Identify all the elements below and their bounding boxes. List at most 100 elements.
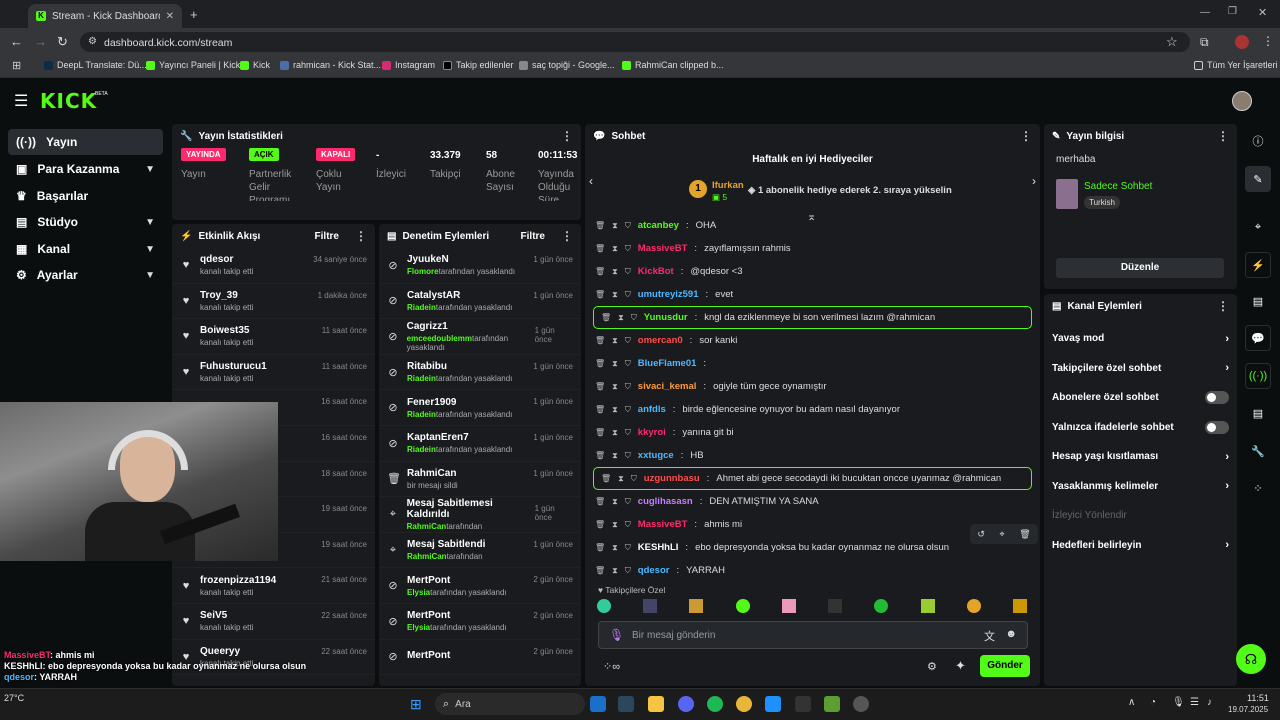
channel-action-item[interactable]: Yasaklanmış kelimeler ›: [1044, 472, 1237, 502]
hamburger-menu-icon[interactable]: ☰: [14, 91, 28, 111]
moderator-name[interactable]: Riadein: [407, 410, 436, 419]
chat-message[interactable]: 🗑 ⧗ ⛉ cuglihasasn: DEN ATMIŞTIM YA SANA: [585, 490, 1040, 513]
delete-message-icon[interactable]: 🗑: [595, 267, 605, 276]
delete-message-icon[interactable]: 🗑: [595, 520, 605, 529]
apps-rail-icon[interactable]: ⁘: [1245, 475, 1271, 501]
document-rail-icon[interactable]: ▤: [1245, 288, 1271, 314]
moderation-item[interactable]: ⊘ Fener1909 Riadeintarafından yasaklandı 1 …: [379, 390, 581, 426]
activity-filter-button[interactable]: Filtre: [315, 231, 339, 242]
emote-icon[interactable]: [920, 599, 935, 613]
delete-icon[interactable]: 🗑: [1019, 529, 1030, 540]
chrome-icon[interactable]: [736, 696, 752, 712]
delete-message-icon[interactable]: 🗑: [601, 313, 611, 322]
chat-message[interactable]: 🗑 ⧗ ⛉ anfdls: birde eğlencesine oynuyor bu a…: [585, 398, 1040, 421]
timeout-icon[interactable]: ⧗: [612, 405, 618, 415]
clock-time[interactable]: 11:51: [1247, 693, 1269, 703]
activity-username[interactable]: SeiV5: [200, 610, 253, 621]
emote-icon[interactable]: [689, 599, 704, 613]
emote-icon[interactable]: [781, 599, 796, 613]
app-icon[interactable]: [765, 696, 781, 712]
sidebar-item-yayin[interactable]: ((·)) Yayın: [8, 129, 163, 155]
delete-message-icon[interactable]: 🗑: [595, 359, 605, 368]
timeout-icon[interactable]: ⧗: [612, 290, 618, 300]
extensions-icon[interactable]: ⧉: [1200, 35, 1209, 50]
timeout-icon[interactable]: ⧗: [612, 428, 618, 438]
mic-tray-icon[interactable]: 🎙: [1172, 697, 1185, 708]
chat-username[interactable]: atcanbey: [638, 220, 679, 231]
timeout-icon[interactable]: ⧗: [612, 359, 618, 369]
browser-tab[interactable]: K Stream - Kick Dashboard ✕: [28, 4, 182, 28]
chat-username[interactable]: uzgunnbasu: [644, 473, 700, 484]
target-icon[interactable]: ⌖: [1245, 214, 1271, 240]
send-button[interactable]: Gönder: [980, 655, 1030, 677]
chat-message[interactable]: 🗑 ⧗ ⛉ qdesor: YARRAH: [585, 559, 1040, 578]
delete-message-icon[interactable]: 🗑: [595, 428, 605, 437]
edit-button[interactable]: Düzenle: [1056, 258, 1224, 278]
reply-icon[interactable]: ↺: [977, 529, 985, 540]
chevron-left-icon[interactable]: ‹: [589, 174, 593, 188]
timeout-icon[interactable]: ⧗: [612, 520, 618, 530]
chat-username[interactable]: MassiveBT: [638, 243, 688, 254]
timeout-icon[interactable]: ⧗: [612, 566, 618, 576]
emote-icon[interactable]: [828, 599, 843, 613]
activity-username[interactable]: qdesor: [200, 254, 253, 265]
capcut-icon[interactable]: [795, 696, 811, 712]
chat-username[interactable]: sivaci_kemal: [638, 381, 697, 392]
activity-username[interactable]: frozenpizza1194: [200, 575, 276, 586]
gift-icon[interactable]: ✦: [955, 658, 966, 674]
category-name[interactable]: Sadece Sohbet: [1084, 181, 1152, 192]
delete-message-icon[interactable]: 🗑: [595, 221, 605, 230]
close-window-icon[interactable]: ✕: [1258, 6, 1267, 19]
moderation-item[interactable]: ⌖ Mesaj Sabitlemesi Kaldırıldı RahmiCantar…: [379, 497, 581, 533]
moderation-target[interactable]: CatalystAR: [407, 290, 512, 301]
steam-icon[interactable]: [618, 696, 634, 712]
moderation-target[interactable]: Cagrizz1: [407, 321, 527, 332]
chat-username[interactable]: KESHhLI: [638, 542, 679, 553]
chat-username[interactable]: kkyroi: [638, 427, 666, 438]
activity-username[interactable]: Troy_39: [200, 290, 253, 301]
back-icon[interactable]: ←: [10, 34, 23, 49]
timeout-icon[interactable]: ⧗: [618, 474, 624, 484]
profile-avatar[interactable]: [1235, 35, 1249, 49]
gifter-name[interactable]: Ifurkan: [712, 180, 744, 191]
moderation-target[interactable]: Ritabibu: [407, 361, 512, 372]
chat-message[interactable]: 🗑 ⧗ ⛉ omercan0: sor kanki: [585, 329, 1040, 352]
activity-item[interactable]: ♥ qdesor kanalı takip etti 34 saniye önce: [172, 248, 375, 284]
activity-item[interactable]: ♥ frozenpizza1194 kanalı takip etti 21 saat…: [172, 568, 375, 604]
chat-username[interactable]: qdesor: [638, 565, 670, 576]
channel-action-item[interactable]: Hedefleri belirleyin ›: [1044, 531, 1237, 561]
sidebar-item-para-kazanma[interactable]: ▣ Para Kazanma ▼: [8, 156, 163, 182]
channel-action-item[interactable]: Abonelere özel sohbet: [1044, 383, 1237, 413]
layout-rail-icon[interactable]: ▤: [1245, 400, 1271, 426]
moderation-item[interactable]: ⊘ MertPont Elysiatarafından yasaklandı 2 gü…: [379, 568, 581, 604]
moderation-item[interactable]: ⊘ Cagrizz1 emceedoublemmtarafından yasakla…: [379, 319, 581, 355]
discord-icon[interactable]: [678, 696, 694, 712]
address-bar[interactable]: [80, 32, 1190, 52]
emoji-icon[interactable]: ☻: [1005, 628, 1017, 640]
moderation-target[interactable]: KaptanEren7: [407, 432, 512, 443]
moderation-item[interactable]: ⊘ Ritabibu Riadeintarafından yasaklandı 1 g…: [379, 355, 581, 391]
sidebar-item-studyo[interactable]: ▤ Stüdyo ▼: [8, 209, 163, 235]
delete-message-icon[interactable]: 🗑: [595, 451, 605, 460]
user-avatar[interactable]: [1232, 91, 1252, 111]
activity-username[interactable]: Fuhusturucu1: [200, 361, 267, 372]
bookmark-item[interactable]: Kick: [240, 60, 270, 70]
toggle-switch[interactable]: [1205, 391, 1229, 405]
delete-message-icon[interactable]: 🗑: [595, 290, 605, 299]
minecraft-icon[interactable]: [824, 696, 840, 712]
spotify-icon[interactable]: [707, 696, 723, 712]
chat-rail-icon[interactable]: 💬: [1245, 325, 1271, 351]
chat-message[interactable]: 🗑 ⧗ ⛉ kkyroi: yanına git bi: [585, 421, 1040, 444]
moderator-name[interactable]: RahmiCan: [407, 522, 447, 531]
apps-grid-icon[interactable]: ⊞: [12, 59, 21, 72]
tray-chevron-icon[interactable]: ∧: [1128, 697, 1135, 708]
moderation-filter-button[interactable]: Filtre: [521, 231, 545, 242]
moderator-name[interactable]: Elysia: [407, 588, 430, 597]
chat-username[interactable]: BlueFlame01: [638, 358, 697, 369]
delete-message-icon[interactable]: 🗑: [595, 405, 605, 414]
kick-points-icon[interactable]: ⁘∞: [603, 660, 620, 673]
emote-icon[interactable]: [966, 599, 981, 613]
chat-username[interactable]: umutreyiz591: [638, 289, 699, 300]
translate-icon[interactable]: 文: [984, 628, 995, 644]
chat-message[interactable]: 🗑 ⧗ ⛉ uzgunnbasu: Ahmet abi gece secodaydi i…: [593, 467, 1032, 490]
